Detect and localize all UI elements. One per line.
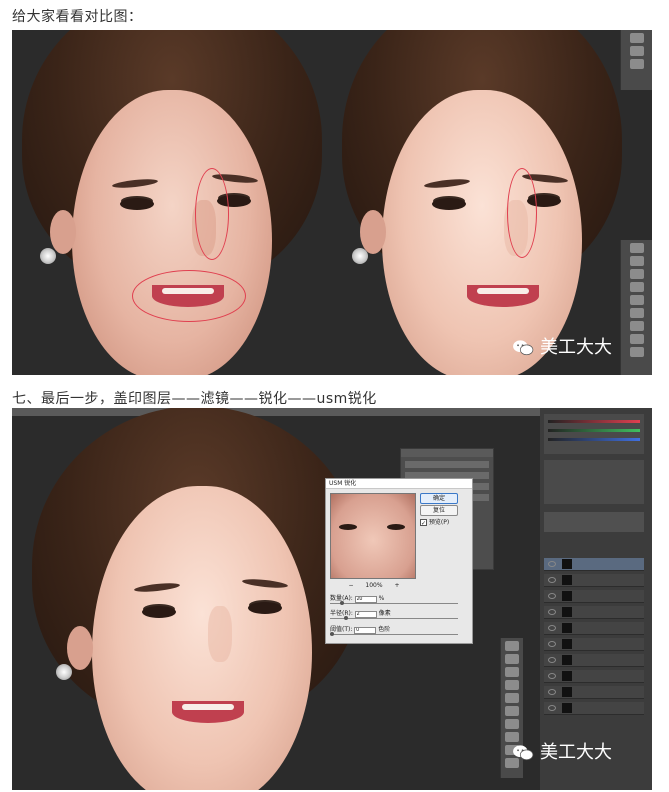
- annotation-mouth-ellipse: [132, 270, 246, 322]
- reset-button[interactable]: 复位: [420, 505, 458, 516]
- ok-button[interactable]: 确定: [420, 493, 458, 504]
- layers-header: [544, 512, 644, 532]
- tools-strip[interactable]: [620, 30, 652, 90]
- amount-slider[interactable]: [330, 601, 458, 605]
- threshold-unit: 色阶: [378, 626, 391, 633]
- eye: [432, 198, 466, 210]
- mouth: [172, 701, 244, 723]
- wechat-icon: [513, 340, 534, 356]
- wechat-icon: [513, 745, 534, 761]
- earring: [352, 248, 368, 264]
- eye: [142, 606, 176, 618]
- threshold-row: 阈值(T): 色阶: [330, 624, 466, 634]
- watermark: 美工大大: [512, 333, 612, 359]
- face-before: [12, 30, 332, 375]
- annotation-nose-ellipse: [195, 168, 229, 260]
- caption-step7: 七、最后一步，盖印图层——滤镜——锐化——usm锐化: [12, 391, 377, 407]
- earring: [40, 248, 56, 264]
- earring: [56, 664, 72, 680]
- amount-input[interactable]: [354, 595, 377, 603]
- radius-label: 半径(R):: [330, 610, 353, 617]
- eye: [120, 198, 154, 210]
- color-panel[interactable]: [544, 414, 644, 454]
- layer-row[interactable]: [544, 622, 644, 635]
- zoom-in-button[interactable]: +: [395, 582, 400, 589]
- layer-row[interactable]: [544, 654, 644, 667]
- layer-row[interactable]: [544, 590, 644, 603]
- threshold-input[interactable]: [354, 626, 377, 634]
- dialog-title: USM 锐化: [326, 479, 472, 489]
- adjustments-panel[interactable]: [544, 460, 644, 504]
- face-after: [332, 30, 622, 375]
- amount-row: 数量(A): %: [330, 593, 466, 603]
- radius-slider[interactable]: [330, 616, 458, 620]
- annotation-nose-ellipse: [507, 168, 537, 258]
- layer-row[interactable]: [544, 702, 644, 715]
- mouth: [467, 285, 539, 307]
- layer-row[interactable]: [544, 686, 644, 699]
- eye: [248, 602, 282, 614]
- checkbox-box[interactable]: ✓: [420, 519, 427, 527]
- radius-unit: 像素: [378, 610, 391, 617]
- preview-label: 预览(P): [428, 519, 450, 526]
- zoom-controls: − 100% +: [346, 582, 402, 589]
- tools-panel[interactable]: [620, 240, 652, 375]
- watermark-text: 美工大大: [540, 742, 612, 763]
- caption-comparison: 给大家看看对比图：: [12, 9, 143, 25]
- radius-input[interactable]: [354, 610, 377, 618]
- watermark: 美工大大: [512, 738, 612, 764]
- layer-row[interactable]: [544, 574, 644, 587]
- amount-unit: %: [378, 595, 385, 602]
- layer-row[interactable]: [544, 670, 644, 683]
- layer-row[interactable]: [544, 638, 644, 651]
- photoshop-screenshot: USM 锐化 确定 复位 ✓ 预览(P) − 100% + 数量(A): % 半…: [12, 408, 652, 790]
- preview-checkbox[interactable]: ✓ 预览(P): [420, 517, 450, 527]
- usm-sharpen-dialog: USM 锐化 确定 复位 ✓ 预览(P) − 100% + 数量(A): % 半…: [325, 478, 473, 644]
- comparison-image: 美工大大: [12, 30, 652, 375]
- watermark-text: 美工大大: [540, 337, 612, 358]
- radius-row: 半径(R): 像素: [330, 608, 466, 618]
- zoom-value: 100%: [365, 582, 383, 589]
- zoom-out-button[interactable]: −: [348, 582, 353, 589]
- threshold-slider[interactable]: [330, 632, 458, 636]
- layer-row[interactable]: [544, 558, 644, 571]
- layer-row[interactable]: [544, 606, 644, 619]
- preview-thumbnail[interactable]: [330, 493, 416, 579]
- layers-panel[interactable]: [540, 408, 652, 790]
